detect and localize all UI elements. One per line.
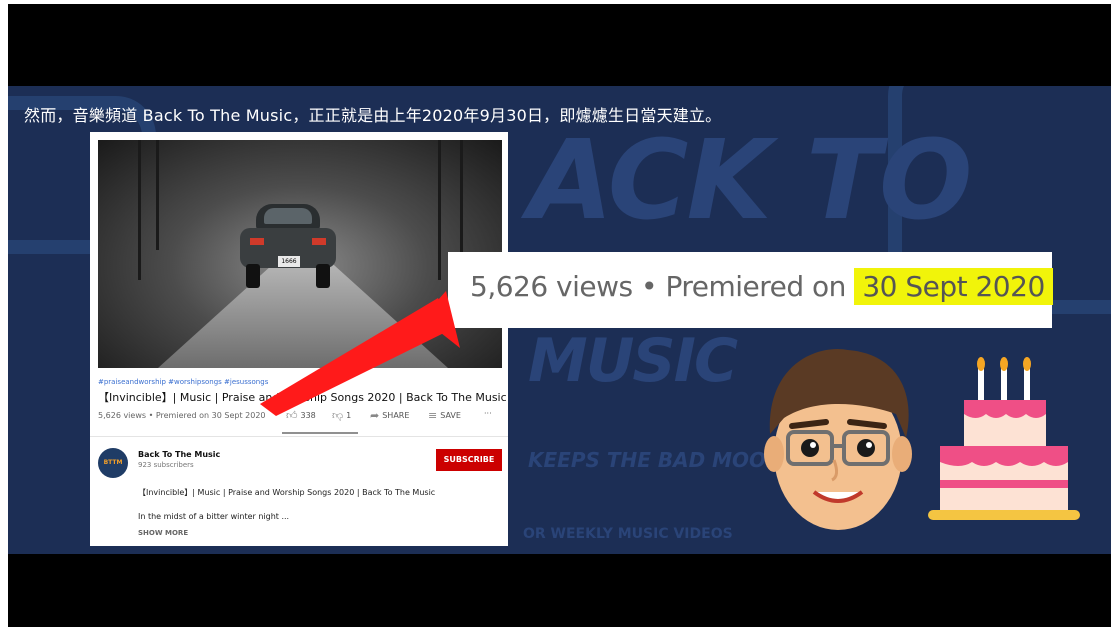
video-frame: ACK TO MUSIC KEEPS THE BAD MOODS AWAY OR… bbox=[8, 4, 1111, 627]
birthday-cake-icon bbox=[928, 357, 1080, 520]
letterbox-bottom bbox=[8, 554, 1111, 627]
cartoon-boy-illustration bbox=[764, 348, 912, 530]
slide-stage: ACK TO MUSIC KEEPS THE BAD MOODS AWAY OR… bbox=[8, 86, 1111, 554]
